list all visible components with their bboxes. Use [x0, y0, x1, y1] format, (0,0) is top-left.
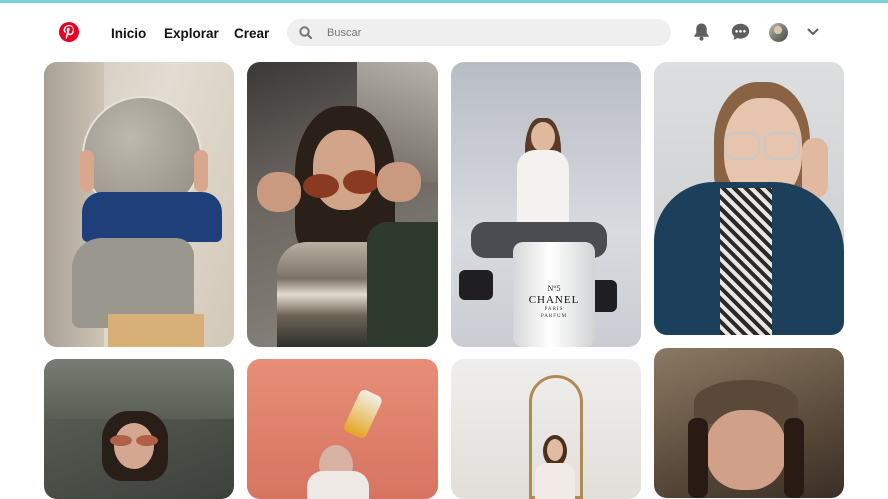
barrel-brand-text: CHANEL — [528, 294, 580, 306]
pin-card[interactable] — [44, 359, 234, 499]
nav-inicio[interactable]: Inicio — [111, 26, 146, 41]
pin-image-sunglasses — [110, 435, 132, 446]
pin-image-hand — [377, 162, 421, 202]
pin-image-sunglasses — [343, 170, 379, 194]
pin-image-scarf — [720, 188, 772, 335]
pin-card[interactable] — [247, 359, 438, 499]
pin-image-hand — [80, 150, 94, 192]
nav-explorar[interactable]: Explorar — [164, 26, 219, 41]
search-icon — [299, 26, 313, 44]
barrel-number-text: N°5 — [547, 284, 561, 293]
chevron-down-icon[interactable] — [803, 22, 823, 42]
chat-bubble-icon[interactable] — [730, 22, 750, 42]
pin-image-top — [82, 192, 222, 242]
pin-image-face — [706, 410, 786, 490]
pin-card[interactable] — [44, 62, 234, 347]
pin-image-wall — [44, 359, 234, 419]
pin-image-face — [114, 423, 154, 469]
search-bar — [287, 19, 671, 46]
search-input[interactable] — [327, 24, 647, 41]
pin-card[interactable] — [654, 62, 844, 335]
pin-image-stool — [108, 314, 204, 347]
avatar[interactable] — [769, 23, 788, 42]
top-navigation-bar: Inicio Explorar Crear — [0, 3, 888, 59]
pin-image-hand — [194, 150, 208, 192]
pin-image-hair — [784, 418, 804, 498]
pin-image-barrel: N°5 CHANEL PARIS PARFUM — [513, 242, 595, 347]
pin-image-face — [531, 122, 555, 152]
barrel-type-text: PARFUM — [540, 314, 568, 319]
bell-icon[interactable] — [691, 22, 711, 42]
pin-image-sunglasses — [303, 174, 339, 198]
pin-card[interactable] — [247, 62, 438, 347]
pin-image-shirt — [307, 471, 369, 499]
nav-crear[interactable]: Crear — [234, 26, 269, 41]
pin-image-dress — [535, 463, 575, 499]
pin-image-hair — [688, 418, 708, 498]
pin-image-sneaker — [342, 388, 384, 440]
pin-image-glasses — [764, 132, 800, 160]
pin-card[interactable] — [451, 359, 641, 499]
pin-image-hand — [257, 172, 301, 212]
pin-image-boot — [459, 270, 493, 300]
pin-image-face — [547, 439, 563, 461]
barrel-city-text: PARIS — [544, 307, 564, 312]
pin-image-glasses — [724, 132, 760, 160]
pin-card[interactable]: N°5 CHANEL PARIS PARFUM — [451, 62, 641, 347]
pinterest-logo-icon[interactable] — [59, 22, 79, 42]
pin-card[interactable] — [654, 348, 844, 498]
pin-image-sunglasses — [136, 435, 158, 446]
pin-image-jacket — [367, 222, 438, 347]
